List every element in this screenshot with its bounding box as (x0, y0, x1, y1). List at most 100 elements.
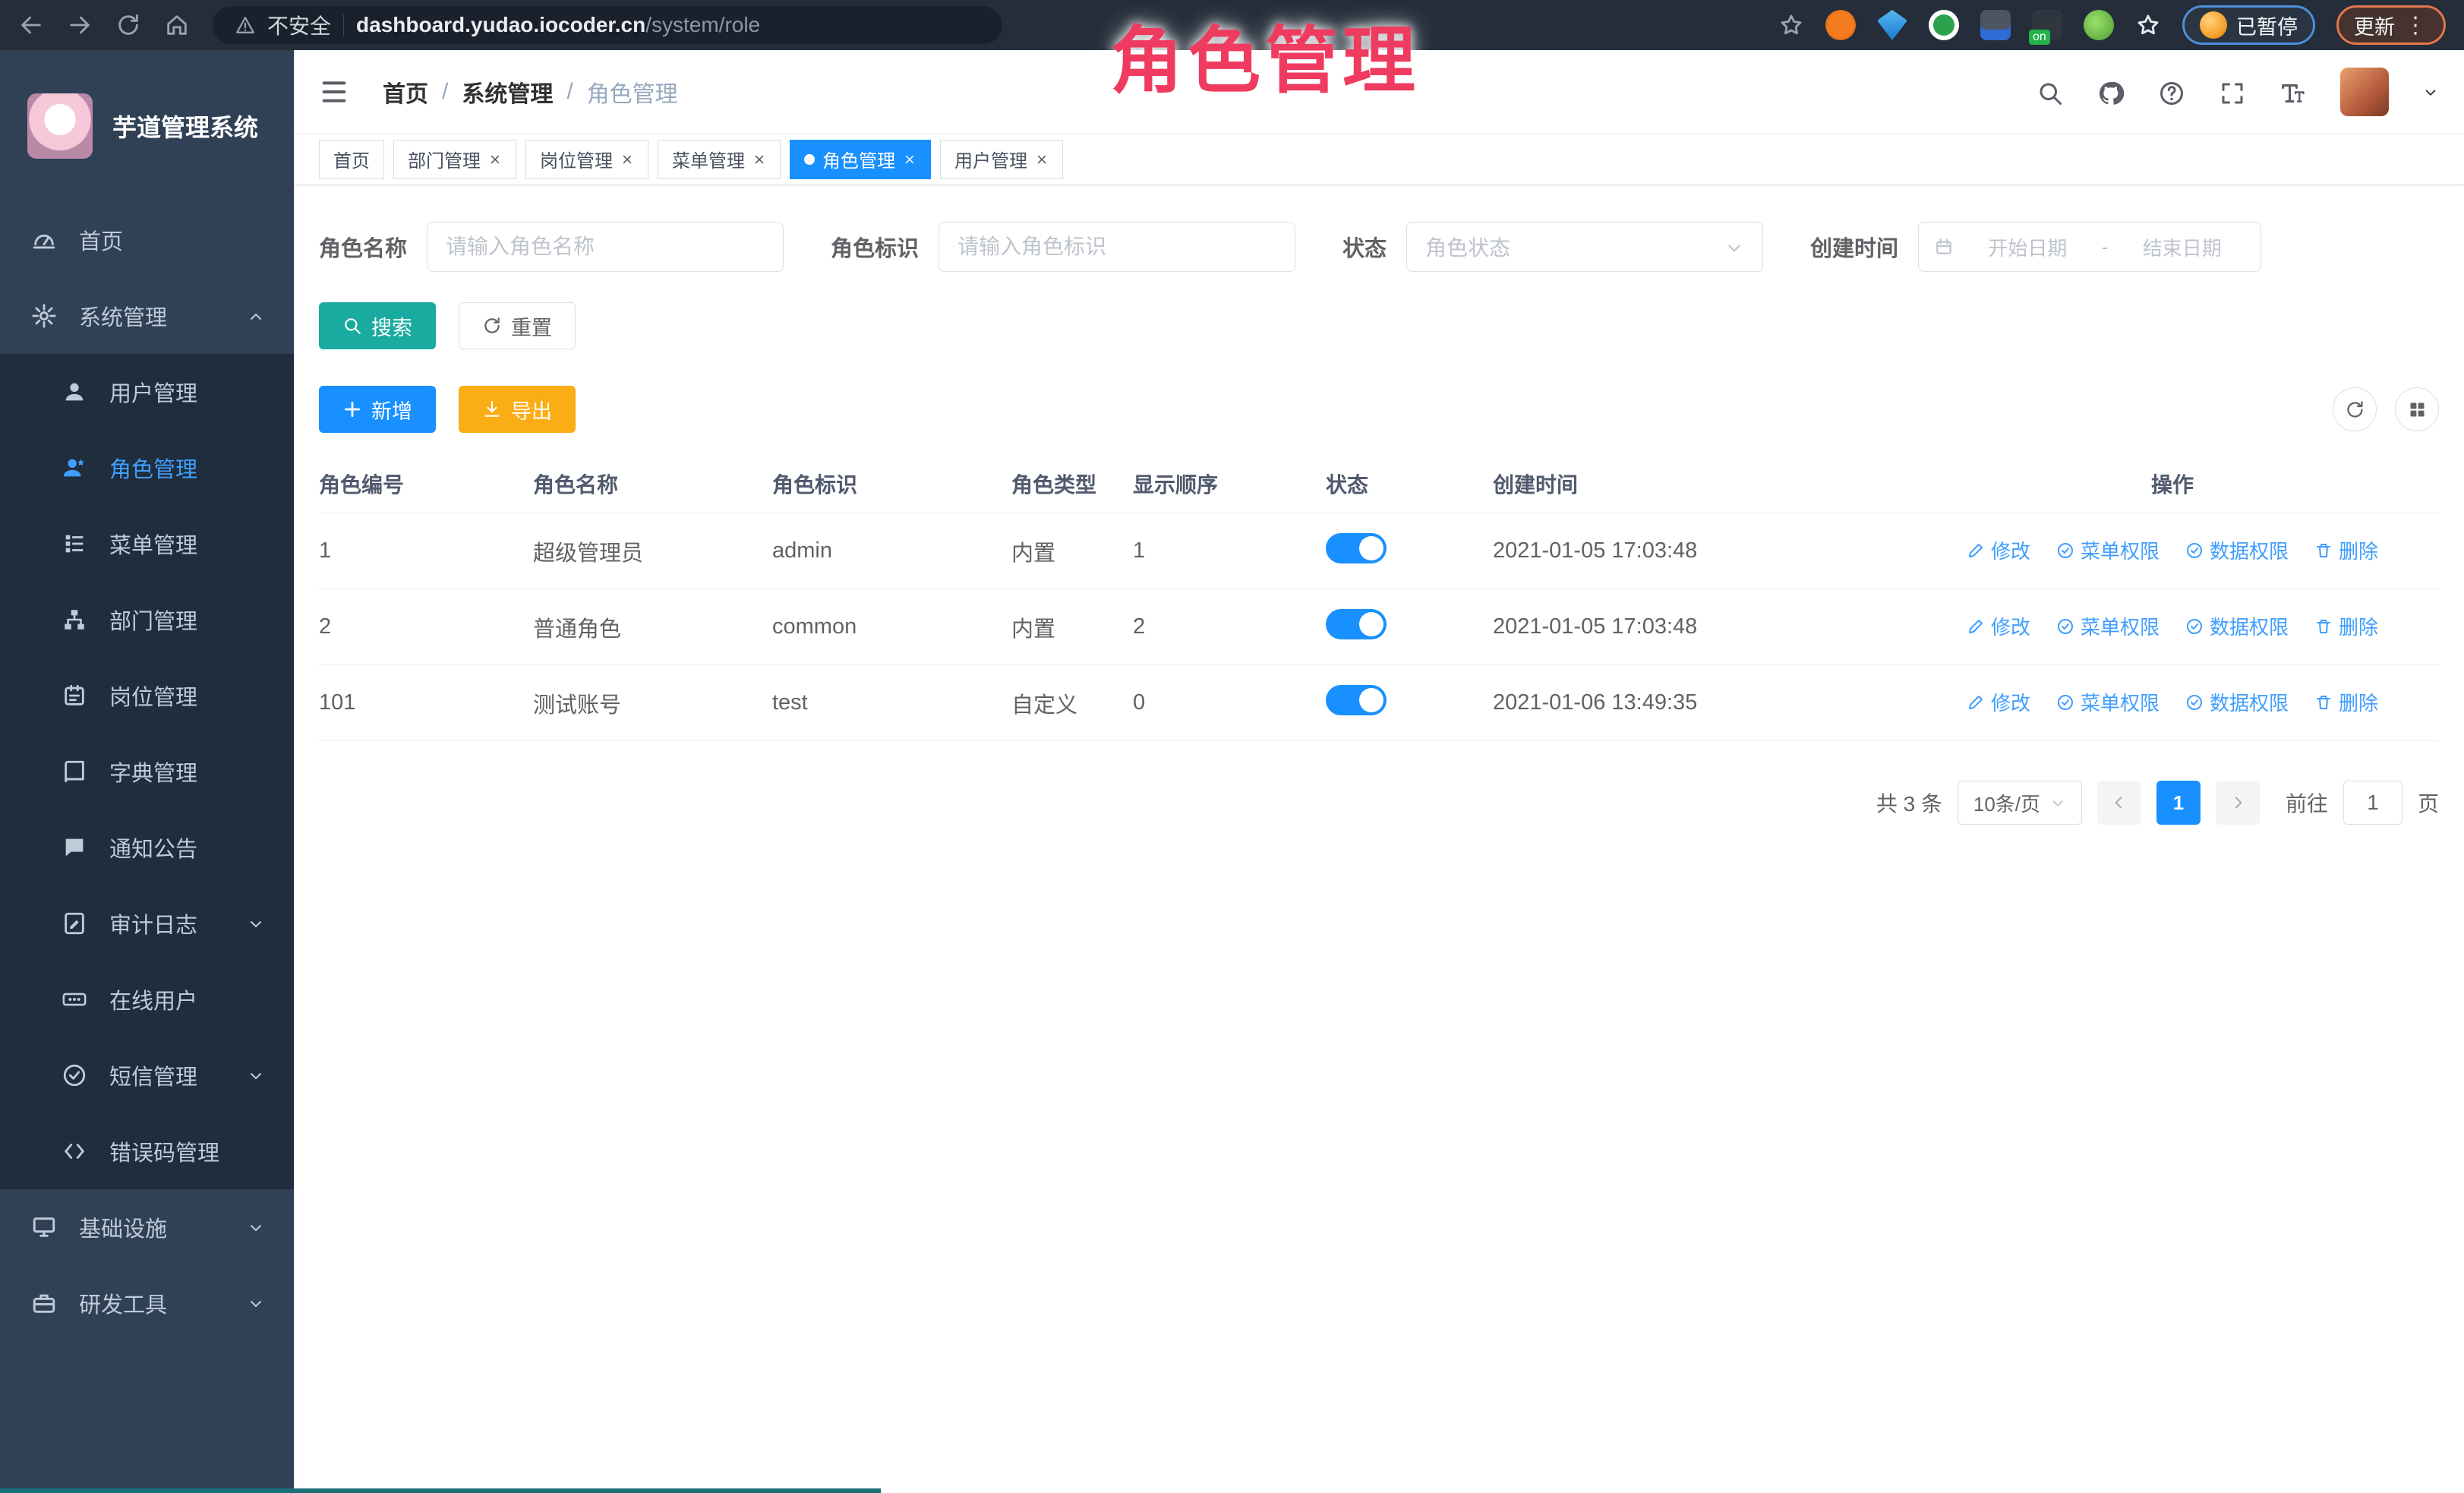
col-header-create-time: 创建时间 (1493, 469, 1918, 499)
avatar-caret-down-icon[interactable] (2422, 82, 2439, 102)
sidebar-item-sms-management[interactable]: 短信管理 (0, 1037, 294, 1113)
breadcrumb-system[interactable]: 系统管理 (462, 75, 553, 109)
app-logo (27, 93, 93, 159)
user-avatar[interactable] (2340, 68, 2389, 116)
sidebar: 芋道管理系统 首页 系统管理 用户管理 角色管理 (0, 50, 294, 1493)
browser-forward-icon[interactable] (67, 12, 93, 38)
sidebar-item-home[interactable]: 首页 (0, 202, 294, 278)
col-header-status: 状态 (1326, 469, 1493, 499)
page-jump-input[interactable] (2343, 781, 2402, 825)
sidebar-item-user-management[interactable]: 用户管理 (0, 354, 294, 430)
tab-post-management[interactable]: 岗位管理 (525, 140, 648, 179)
prev-page-button[interactable] (2097, 781, 2141, 825)
sidebar-item-dept-management[interactable]: 部门管理 (0, 582, 294, 658)
browser-home-icon[interactable] (164, 12, 190, 38)
search-button[interactable]: 搜索 (319, 302, 436, 349)
github-icon[interactable] (2097, 76, 2125, 108)
add-button[interactable]: 新增 (319, 386, 436, 433)
close-icon[interactable] (903, 153, 917, 166)
menu-permission-action[interactable]: 菜单权限 (2056, 612, 2160, 640)
font-size-icon[interactable] (2279, 76, 2307, 108)
column-settings-button[interactable] (2395, 387, 2439, 431)
col-header-role-name: 角色名称 (533, 469, 772, 499)
role-name-input[interactable] (427, 222, 784, 272)
next-page-button[interactable] (2216, 781, 2260, 825)
extension-icon-green-leaf[interactable] (2084, 10, 2114, 40)
status-toggle[interactable] (1326, 685, 1387, 715)
extension-icon-dark[interactable]: on (2032, 10, 2062, 40)
extension-icon-blue-gem[interactable] (1877, 10, 1907, 40)
cell-sort: 0 (1133, 690, 1326, 715)
tab-dept-management[interactable]: 部门管理 (393, 140, 516, 179)
close-icon[interactable] (620, 153, 634, 166)
profile-paused-pill[interactable]: 已暂停 (2182, 5, 2315, 45)
delete-action[interactable]: 删除 (2314, 612, 2378, 640)
sidebar-item-dict-management[interactable]: 字典管理 (0, 734, 294, 810)
sidebar-item-menu-management[interactable]: 菜单管理 (0, 506, 294, 582)
page-size-select[interactable]: 10条/页 (1958, 781, 2082, 825)
sidebar-item-notice[interactable]: 通知公告 (0, 810, 294, 885)
reset-button[interactable]: 重置 (459, 302, 576, 349)
create-time-label: 创建时间 (1810, 231, 1898, 263)
edit-action[interactable]: 修改 (1967, 688, 2030, 716)
data-permission-action[interactable]: 数据权限 (2185, 688, 2289, 716)
col-header-role-key: 角色标识 (772, 469, 1011, 499)
hamburger-icon[interactable] (319, 77, 349, 107)
tab-role-management[interactable]: 角色管理 (790, 140, 931, 179)
address-bar[interactable]: 不安全 dashboard.yudao.iocoder.cn/system/ro… (213, 6, 1002, 44)
bookmark-star-icon[interactable] (1778, 12, 1804, 38)
col-header-role-type: 角色类型 (1011, 469, 1133, 499)
tab-home[interactable]: 首页 (319, 140, 384, 179)
delete-action[interactable]: 删除 (2314, 536, 2378, 564)
header-search-icon[interactable] (2037, 76, 2064, 108)
status-label: 状态 (1342, 231, 1387, 263)
role-key-input[interactable] (939, 222, 1295, 272)
sidebar-item-post-management[interactable]: 岗位管理 (0, 658, 294, 734)
breadcrumb-separator: / (566, 79, 573, 105)
sidebar-item-role-management[interactable]: 角色管理 (0, 430, 294, 506)
refresh-table-button[interactable] (2333, 387, 2377, 431)
sidebar-item-system-management[interactable]: 系统管理 (0, 278, 294, 354)
close-icon[interactable] (1035, 153, 1049, 166)
extensions-puzzle-icon[interactable] (2135, 12, 2161, 38)
browser-update-button[interactable]: 更新 ⋮ (2336, 5, 2446, 45)
sidebar-logo-row[interactable]: 芋道管理系统 (0, 50, 294, 202)
sidebar-item-infrastructure[interactable]: 基础设施 (0, 1189, 294, 1265)
edit-action[interactable]: 修改 (1967, 536, 2030, 564)
status-toggle[interactable] (1326, 533, 1387, 563)
pagination-total: 共 3 条 (1876, 788, 1942, 818)
browser-menu-dots-icon[interactable]: ⋮ (2404, 12, 2428, 39)
edit-action[interactable]: 修改 (1967, 612, 2030, 640)
delete-action[interactable]: 删除 (2314, 688, 2378, 716)
extension-icon-orange[interactable] (1825, 10, 1856, 40)
sidebar-item-audit-log[interactable]: 审计日志 (0, 885, 294, 961)
col-header-sort: 显示顺序 (1133, 469, 1326, 499)
sidebar-item-error-code-management[interactable]: 错误码管理 (0, 1113, 294, 1189)
help-icon[interactable] (2158, 76, 2185, 108)
extension-icon-green-circle[interactable] (1929, 10, 1959, 40)
fullscreen-icon[interactable] (2219, 76, 2246, 108)
sidebar-item-online-users[interactable]: 在线用户 (0, 961, 294, 1037)
current-page-button[interactable]: 1 (2156, 781, 2201, 825)
export-button[interactable]: 导出 (459, 386, 576, 433)
menu-permission-action[interactable]: 菜单权限 (2056, 688, 2160, 716)
status-select[interactable]: 角色状态 (1406, 222, 1763, 272)
close-icon[interactable] (752, 153, 766, 166)
close-icon[interactable] (488, 153, 502, 166)
chevron-up-icon (247, 305, 265, 327)
status-toggle[interactable] (1326, 609, 1387, 639)
data-permission-action[interactable]: 数据权限 (2185, 536, 2289, 564)
start-date-placeholder: 开始日期 (1964, 233, 2091, 261)
browser-back-icon[interactable] (18, 12, 44, 38)
menu-permission-action[interactable]: 菜单权限 (2056, 536, 2160, 564)
browser-reload-icon[interactable] (115, 12, 141, 38)
tab-menu-management[interactable]: 菜单管理 (658, 140, 781, 179)
create-time-range-picker[interactable]: 开始日期 - 结束日期 (1918, 222, 2261, 272)
chevron-down-icon (247, 1293, 265, 1314)
extension-icon-grid[interactable] (1980, 10, 2011, 40)
chevron-down-icon (247, 1065, 265, 1086)
breadcrumb-home[interactable]: 首页 (383, 75, 428, 109)
sidebar-item-dev-tools[interactable]: 研发工具 (0, 1265, 294, 1341)
data-permission-action[interactable]: 数据权限 (2185, 612, 2289, 640)
tab-user-management[interactable]: 用户管理 (940, 140, 1063, 179)
